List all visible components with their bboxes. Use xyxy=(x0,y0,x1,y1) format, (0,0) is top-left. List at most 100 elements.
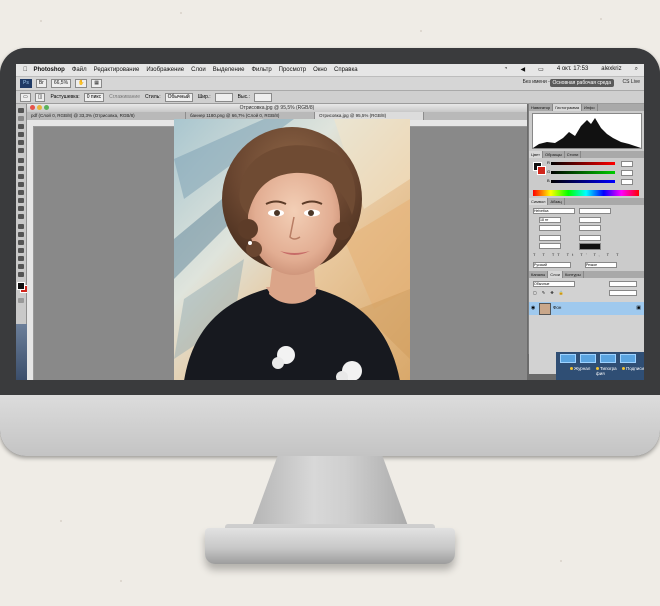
vertical-scale-input[interactable] xyxy=(539,235,561,241)
menu-user[interactable]: alexkriz xyxy=(601,66,621,73)
marquee-tool-icon[interactable] xyxy=(18,116,24,121)
font-size-input[interactable]: 18 пт xyxy=(539,217,561,223)
eyedropper-tool-icon[interactable] xyxy=(18,148,24,153)
menu-clock[interactable]: 4 окт. 17:53 xyxy=(557,66,588,73)
bridge-thumb-2[interactable] xyxy=(580,354,596,363)
tab-paragraph[interactable]: Абзац xyxy=(548,198,565,205)
healing-tool-icon[interactable] xyxy=(18,158,24,163)
bridge-thumb-4[interactable] xyxy=(620,354,636,363)
smooth-checkbox[interactable]: Сглаживание xyxy=(109,94,140,100)
zoom-tool-icon[interactable] xyxy=(18,272,24,277)
foreground-color-swatch[interactable] xyxy=(17,282,25,290)
blue-slider[interactable] xyxy=(551,180,615,183)
style-select[interactable]: Обычный xyxy=(164,92,193,102)
menu-image[interactable]: Изображение xyxy=(146,67,184,73)
tab-swatches[interactable]: Образцы xyxy=(543,151,565,158)
font-style-select[interactable] xyxy=(579,208,611,214)
move-tool-icon[interactable] xyxy=(18,108,24,113)
red-value-input[interactable] xyxy=(621,161,633,167)
color-bg-swatch[interactable] xyxy=(537,166,546,175)
tab-info[interactable]: Инфо xyxy=(582,104,598,111)
menu-window[interactable]: Окно xyxy=(313,67,327,73)
history-brush-tool-icon[interactable] xyxy=(18,182,24,187)
opacity-input[interactable] xyxy=(609,281,637,287)
crop-tool-icon[interactable] xyxy=(18,140,24,145)
cs-live-button[interactable]: CS Live xyxy=(622,79,640,85)
text-color-swatch[interactable] xyxy=(579,243,601,250)
zoom-select[interactable]: 66,5% xyxy=(50,79,72,88)
blue-value-input[interactable] xyxy=(621,179,633,185)
layer-visibility-icon[interactable]: ◉ xyxy=(531,305,535,311)
type-tool-icon[interactable] xyxy=(18,232,24,237)
menu-select[interactable]: Выделение xyxy=(213,67,245,73)
antialias-select[interactable]: Резкое xyxy=(585,262,617,268)
stamp-tool-icon[interactable] xyxy=(18,174,24,179)
gradient-tool-icon[interactable] xyxy=(18,198,24,203)
green-value-input[interactable] xyxy=(621,170,633,176)
lock-icons[interactable]: ▢ ✎ ✥ 🔒 xyxy=(533,290,566,295)
hand-tool-icon[interactable] xyxy=(18,264,24,269)
layer-row-background[interactable]: ◉ Фон ▣ xyxy=(529,302,644,315)
width-input[interactable] xyxy=(214,92,233,102)
close-window-icon[interactable] xyxy=(30,105,35,110)
fill-input[interactable] xyxy=(609,290,637,296)
selection-mode-icon[interactable]: ◫ xyxy=(34,92,46,102)
wifi-icon[interactable]: ◔ xyxy=(504,66,508,73)
menu-layers[interactable]: Слои xyxy=(191,67,206,73)
tab-styles[interactable]: Стили xyxy=(565,151,582,158)
kerning-input[interactable] xyxy=(539,225,561,231)
bridge-thumb-3[interactable] xyxy=(600,354,616,363)
workspace-button[interactable]: Основная рабочая среда xyxy=(549,79,614,87)
spotlight-icon[interactable]: ⌕ xyxy=(635,66,638,73)
tab-color[interactable]: Цвет xyxy=(529,151,543,158)
tab-channels[interactable]: Каналы xyxy=(529,271,549,278)
lasso-tool-icon[interactable] xyxy=(18,124,24,129)
blur-tool-icon[interactable] xyxy=(18,206,24,211)
bridge-button[interactable]: Br xyxy=(35,79,47,88)
eraser-tool-icon[interactable] xyxy=(18,190,24,195)
height-input[interactable] xyxy=(253,92,272,102)
language-select[interactable]: Русский xyxy=(533,262,571,268)
bridge-item-typography[interactable]: Типогра фия xyxy=(596,366,618,376)
menu-app-name[interactable]: Photoshop xyxy=(34,67,65,73)
menu-view[interactable]: Просмотр xyxy=(279,67,306,73)
dodge-tool-icon[interactable] xyxy=(18,214,24,219)
bridge-item-signatures[interactable]: Подписи xyxy=(622,366,644,371)
bridge-thumb-1[interactable] xyxy=(560,354,576,363)
tab-layers[interactable]: Слои xyxy=(548,271,563,278)
doc-tab-pdf[interactable]: pdf (Слой 0, RGB/8) @ 33,3% (Отрисовка, … xyxy=(27,112,186,120)
menu-edit[interactable]: Редактирование xyxy=(94,67,140,73)
leading-input[interactable] xyxy=(579,217,601,223)
horizontal-scale-input[interactable] xyxy=(579,235,601,241)
menu-help[interactable]: Справка xyxy=(334,67,358,73)
tracking-input[interactable] xyxy=(579,225,601,231)
tab-paths[interactable]: Контуры xyxy=(563,271,584,278)
3d-tool-icon[interactable] xyxy=(18,256,24,261)
menu-filter[interactable]: Фильтр xyxy=(252,67,272,73)
quick-mask-icon[interactable] xyxy=(18,298,24,303)
green-slider[interactable] xyxy=(551,171,615,174)
feather-input[interactable]: 0 пикс xyxy=(83,92,105,102)
magic-wand-tool-icon[interactable] xyxy=(18,132,24,137)
minimize-window-icon[interactable] xyxy=(37,105,42,110)
volume-icon[interactable]: ◀ xyxy=(521,66,526,73)
bridge-item-journal[interactable]: Журнал xyxy=(570,366,590,371)
baseline-input[interactable] xyxy=(539,243,561,249)
zoom-window-icon[interactable] xyxy=(44,105,49,110)
blend-mode-select[interactable]: Обычные xyxy=(533,281,575,287)
tab-histogram[interactable]: Гистограмма xyxy=(553,104,583,111)
arrange-button[interactable]: ▦ xyxy=(91,79,102,88)
apple-icon[interactable]:  xyxy=(23,67,28,73)
brush-tool-icon[interactable] xyxy=(18,166,24,171)
path-select-tool-icon[interactable] xyxy=(18,240,24,245)
hand-tool-button[interactable]: ✋ xyxy=(75,79,88,88)
shape-tool-icon[interactable] xyxy=(18,248,24,253)
menu-file[interactable]: Файл xyxy=(72,67,87,73)
tab-character[interactable]: Символ xyxy=(529,198,549,205)
pen-tool-icon[interactable] xyxy=(18,224,24,229)
battery-icon[interactable]: ▭ xyxy=(538,66,544,73)
color-spectrum[interactable] xyxy=(533,190,639,196)
marquee-preset-icon[interactable]: ▭ xyxy=(20,92,31,102)
red-slider[interactable] xyxy=(551,162,615,165)
tab-navigator[interactable]: Навигатор xyxy=(529,104,554,111)
